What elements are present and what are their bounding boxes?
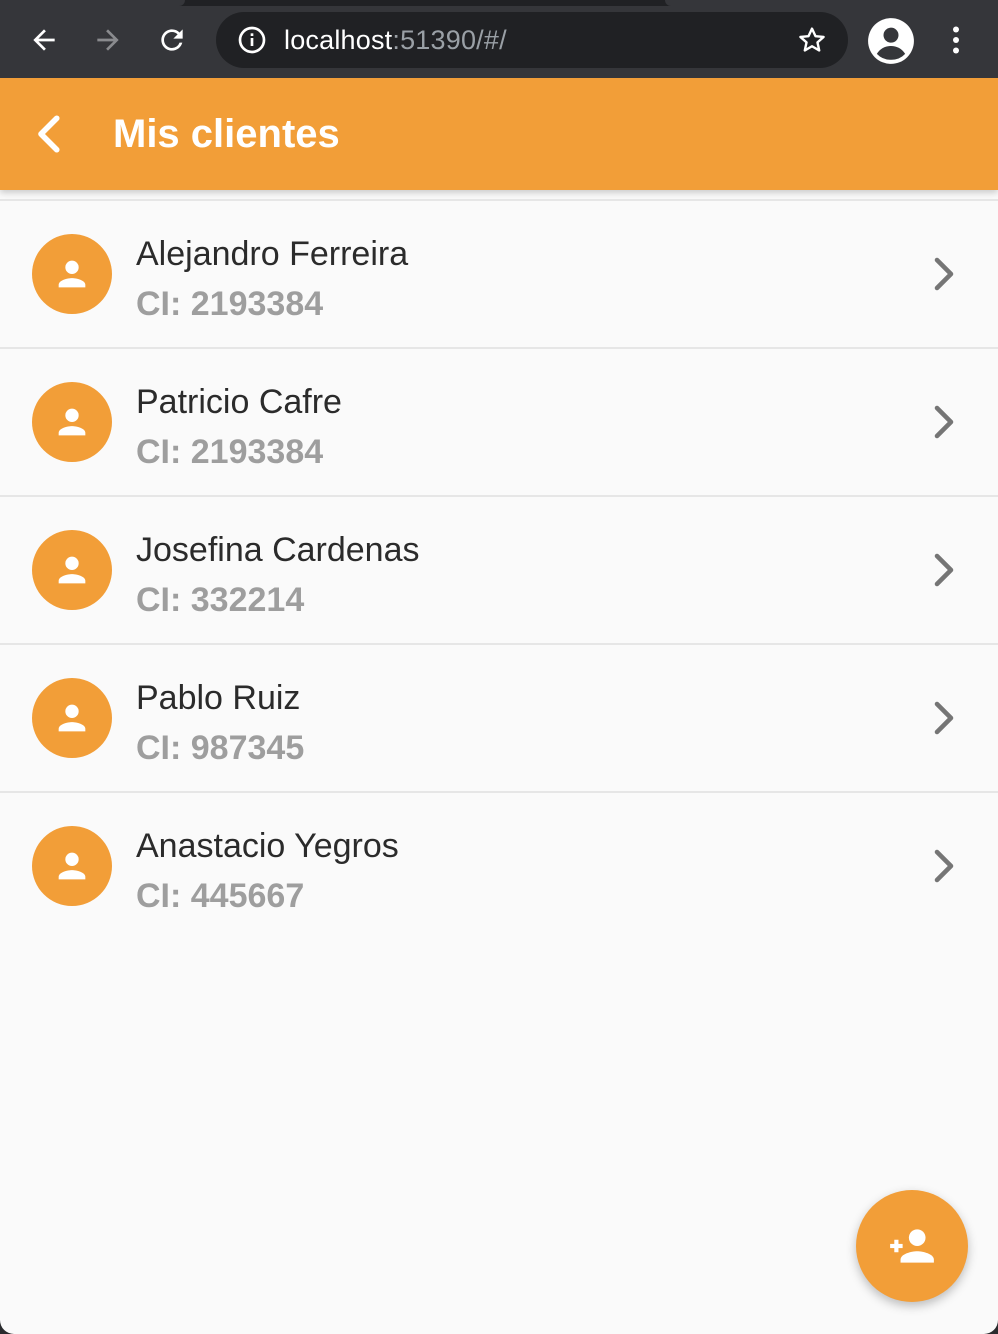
person-icon xyxy=(58,704,86,732)
star-icon[interactable] xyxy=(796,24,828,56)
profile-icon[interactable] xyxy=(866,16,916,66)
client-ci: CI: 445667 xyxy=(136,877,305,915)
url-host: localhost xyxy=(284,25,393,55)
client-list-item[interactable]: Pablo Ruiz CI: 987345 xyxy=(0,645,998,793)
chevron-right-icon xyxy=(934,553,954,587)
client-name: Pablo Ruiz xyxy=(136,679,301,717)
reload-icon xyxy=(161,29,183,51)
client-list-item[interactable]: Patricio Cafre CI: 2193384 xyxy=(0,349,998,497)
browser-back-button[interactable] xyxy=(22,18,66,62)
client-name: Alejandro Ferreira xyxy=(136,235,409,273)
page-title: Mis clientes xyxy=(113,112,340,156)
info-icon[interactable] xyxy=(236,24,268,56)
avatar xyxy=(32,234,112,314)
chevron-right-icon xyxy=(934,257,954,291)
tab-edge-left xyxy=(0,0,185,6)
app-screen: Mis clientes Alejandro Ferreira CI: 2193… xyxy=(0,78,998,1334)
client-ci: CI: 2193384 xyxy=(136,433,324,471)
tab-strip xyxy=(0,0,998,6)
url-text: localhost:51390/#/ xyxy=(284,12,507,68)
url-path: :51390/#/ xyxy=(392,25,507,55)
browser-toolbar: localhost:51390/#/ xyxy=(0,0,998,78)
back-button[interactable] xyxy=(20,106,76,162)
client-list: Alejandro Ferreira CI: 2193384 Patricio … xyxy=(0,199,998,941)
forward-arrow-icon xyxy=(97,29,119,51)
chevron-right-icon xyxy=(934,849,954,883)
client-list-item[interactable]: Alejandro Ferreira CI: 2193384 xyxy=(0,201,998,349)
person-icon xyxy=(58,852,86,880)
chevron-right-icon xyxy=(934,701,954,735)
more-vert-icon[interactable] xyxy=(938,20,974,60)
client-ci: CI: 2193384 xyxy=(136,285,324,323)
avatar xyxy=(32,678,112,758)
back-arrow-icon xyxy=(33,29,55,51)
tab-edge-right xyxy=(665,0,998,6)
person-icon xyxy=(58,260,86,288)
client-name: Patricio Cafre xyxy=(136,383,342,421)
add-client-button[interactable] xyxy=(856,1190,968,1302)
browser-forward-button[interactable] xyxy=(86,18,130,62)
avatar xyxy=(32,826,112,906)
avatar xyxy=(32,530,112,610)
client-list-item[interactable]: Anastacio Yegros CI: 445667 xyxy=(0,793,998,941)
browser-reload-button[interactable] xyxy=(150,18,194,62)
person-icon xyxy=(58,408,86,436)
client-ci: CI: 332214 xyxy=(136,581,305,619)
client-name: Anastacio Yegros xyxy=(136,827,399,865)
client-ci: CI: 987345 xyxy=(136,729,305,767)
person-icon xyxy=(58,556,86,584)
app-bar: Mis clientes xyxy=(0,78,998,190)
chevron-right-icon xyxy=(934,405,954,439)
chevron-left-icon xyxy=(38,115,60,153)
client-name: Josefina Cardenas xyxy=(136,531,420,569)
person-add-icon xyxy=(890,1229,934,1263)
avatar xyxy=(32,382,112,462)
address-bar[interactable]: localhost:51390/#/ xyxy=(216,12,848,68)
client-list-item[interactable]: Josefina Cardenas CI: 332214 xyxy=(0,497,998,645)
